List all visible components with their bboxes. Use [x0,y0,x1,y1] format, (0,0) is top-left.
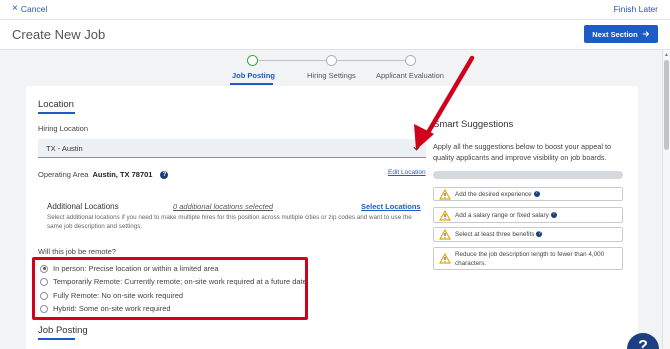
cancel-link[interactable]: × Cancel [12,3,48,15]
step-label-hiring-settings[interactable]: Hiring Settings [307,71,356,80]
help-icon[interactable]: ? [550,211,557,218]
additional-locations-description: Select additional locations if you need … [47,214,412,230]
remote-question: Will this job be remote? [38,247,116,256]
smart-suggestions-description: Apply all the suggestions below to boost… [433,142,612,162]
suggestion-text: Add a salary range or fixed salary? [455,211,557,219]
help-icon[interactable]: ? [160,170,169,179]
active-step-underline [230,83,273,85]
scroll-up-icon[interactable]: ▲ [664,52,669,58]
step-dot-job-posting[interactable] [247,55,258,66]
edit-location-link[interactable]: Edit Location [388,169,426,176]
hiring-location-value: TX - Austin [46,144,83,153]
job-posting-section-title: Job Posting [38,325,88,336]
warning-icon [439,188,451,200]
smart-suggestions-title: Smart Suggestions [433,119,514,130]
operating-area-value: Austin, TX 78701 [92,170,153,179]
warning-icon [439,253,451,264]
section-underline [38,112,75,114]
step-label-job-posting[interactable]: Job Posting [232,71,275,80]
hiring-location-label: Hiring Location [38,124,89,133]
hiring-location-select[interactable]: TX - Austin [38,139,426,158]
progress-steps: Job Posting Hiring Settings Applicant Ev… [0,50,670,90]
suggestions-progress-bar [433,171,623,179]
select-locations-link[interactable]: Select Locations [361,202,421,211]
suggestion-text: Select at least three benefits? [455,230,543,238]
suggestion-item[interactable]: Add a salary range or fixed salary? [433,207,623,223]
step-connector [337,60,406,61]
close-icon: × [12,3,18,14]
step-dot-applicant-evaluation[interactable] [405,55,416,66]
location-section-title: Location [38,99,74,110]
additional-locations-title: Additional Locations [47,202,119,211]
suggestion-text: Add the desired experience? [455,190,540,198]
step-connector [258,60,327,61]
highlight-annotation-box [32,257,308,320]
title-bar: Create New Job Next Section [0,19,670,50]
cancel-label: Cancel [20,4,48,14]
chevron-down-icon [413,146,420,151]
suggestion-item[interactable]: Reduce the job description length to few… [433,247,623,270]
scrollbar-thumb[interactable] [664,60,669,150]
warning-icon [439,209,451,221]
page-title: Create New Job [12,27,106,42]
suggestion-item[interactable]: Add the desired experience? [433,187,623,201]
scrollbar[interactable]: ▲ [662,50,670,349]
warning-icon [439,229,451,240]
suggestion-item[interactable]: Select at least three benefits? [433,227,623,242]
step-label-applicant-evaluation[interactable]: Applicant Evaluation [376,71,444,80]
step-dot-hiring-settings[interactable] [326,55,337,66]
arrow-right-icon [642,31,649,37]
additional-locations-count: 0 additional locations selected [173,202,274,211]
top-bar: × Cancel Finish Later [0,0,670,19]
finish-later-link[interactable]: Finish Later [614,4,658,14]
operating-area: Operating Area Austin, TX 78701 ? [38,170,169,179]
next-section-button[interactable]: Next Section [584,25,658,43]
suggestion-text: Reduce the job description length to few… [455,250,605,267]
operating-area-label: Operating Area [38,170,89,179]
section-underline [38,338,75,340]
help-icon[interactable]: ? [536,231,543,238]
help-icon[interactable]: ? [533,190,540,197]
next-section-label: Next Section [592,29,638,39]
